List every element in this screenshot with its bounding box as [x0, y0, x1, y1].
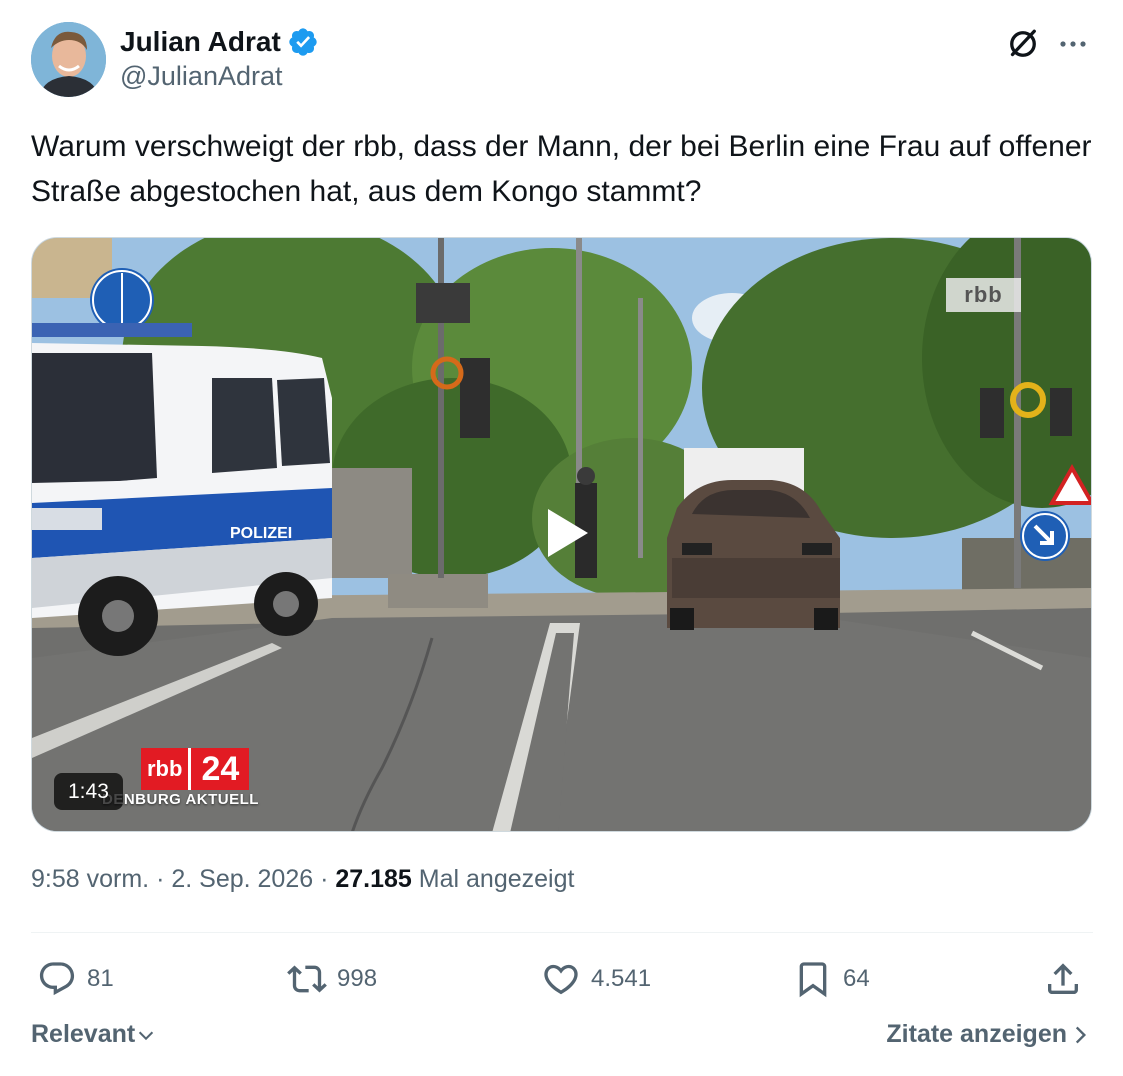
more-icon[interactable] [1053, 24, 1093, 64]
replies-footer: Relevant Zitate anzeigen [31, 1020, 1093, 1056]
tweet-date[interactable]: 2. Sep. 2026 [171, 865, 313, 893]
bookmark-count: 64 [843, 965, 870, 992]
author-name[interactable]: Julian Adrat [120, 26, 281, 58]
like-icon [544, 964, 578, 995]
repost-button[interactable]: 998 [287, 952, 377, 1006]
video-player[interactable]: POLIZEI rbb rbb 24 DENBURG AKTUELL 1:43 [31, 237, 1092, 832]
views-label: Mal angezeigt [418, 865, 575, 893]
tweet-time[interactable]: 9:58 vorm. [31, 865, 149, 893]
tweet-header: Julian Adrat @JulianAdrat [31, 22, 1093, 100]
reply-button[interactable]: 81 [37, 952, 114, 1006]
chevron-right-icon [1075, 1026, 1087, 1043]
bookmark-button[interactable]: 64 [793, 952, 870, 1006]
repost-icon [287, 965, 327, 993]
author-handle[interactable]: @JulianAdrat [120, 61, 319, 92]
grok-icon[interactable] [1003, 24, 1043, 64]
reply-count: 81 [87, 965, 114, 992]
repost-count: 998 [337, 965, 378, 992]
sort-label: Relevant [31, 1020, 136, 1048]
view-quotes-link[interactable]: Zitate anzeigen [886, 1020, 1093, 1049]
rbb24-brand: rbb [141, 748, 189, 790]
verified-badge-icon [289, 28, 317, 56]
play-icon[interactable] [537, 503, 597, 563]
avatar[interactable] [31, 22, 106, 97]
rbb24-number: 24 [188, 748, 250, 790]
bookmark-icon [799, 962, 827, 998]
meta-separator: · [156, 865, 165, 893]
rbb24-lower-third: rbb 24 [141, 748, 250, 790]
like-count: 4.541 [591, 965, 652, 992]
quotes-label: Zitate anzeigen [886, 1020, 1067, 1048]
views-count: 27.185 [335, 865, 412, 893]
video-duration: 1:43 [54, 773, 123, 810]
divider [31, 932, 1093, 933]
like-button[interactable]: 4.541 [541, 952, 651, 1006]
chevron-down-icon [139, 1031, 154, 1040]
sort-dropdown[interactable]: Relevant [31, 1020, 157, 1049]
van-label: POLIZEI [230, 525, 292, 542]
share-button[interactable] [1043, 952, 1083, 1006]
tweet-meta: 9:58 vorm. · 2. Sep. 2026 · 27.185 Mal a… [31, 865, 574, 894]
lower-third-subtitle: DENBURG AKTUELL [102, 791, 259, 808]
share-icon [1048, 963, 1078, 994]
meta-separator: · [320, 865, 329, 893]
tweet-text: Warum verschweigt der rbb, dass der Mann… [31, 130, 1092, 208]
reply-icon [39, 962, 75, 996]
rbb-watermark: rbb [946, 278, 1021, 312]
action-bar: 81 998 4.541 64 [31, 952, 1093, 1006]
